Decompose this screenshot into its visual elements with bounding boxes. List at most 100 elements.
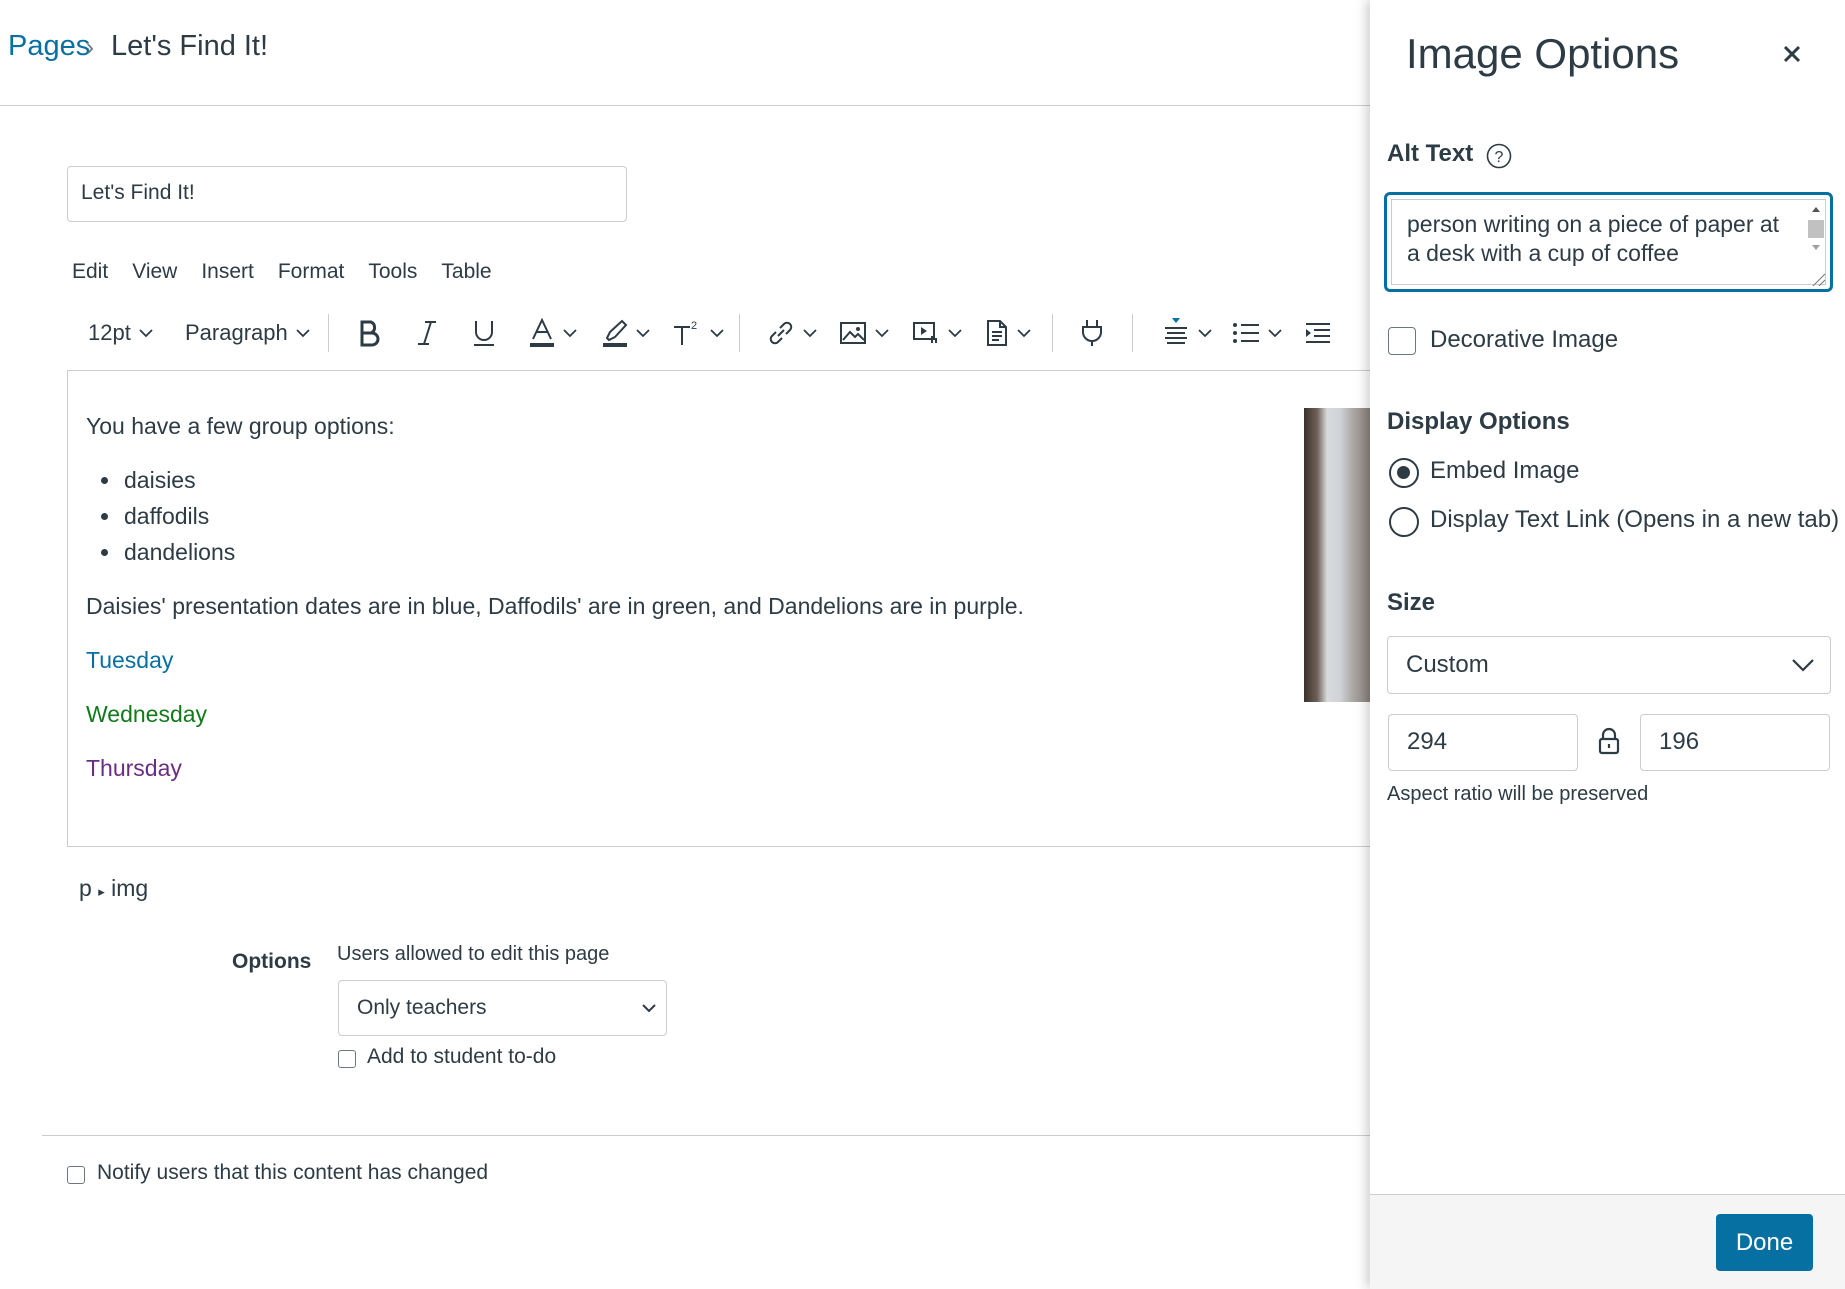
chevron-down-icon [710,328,724,337]
italic-icon [418,321,436,345]
edit-permission-label: Users allowed to edit this page [337,943,610,965]
options-label: Options [232,950,312,973]
notify-users-label: Notify users that this content has chang… [97,1161,489,1184]
size-select[interactable]: Custom [1387,636,1831,694]
highlight-color-button[interactable] [602,308,650,358]
align-justify-icon [1165,318,1187,344]
path-arrow-icon: ▸ [98,884,105,899]
link-icon [769,321,793,345]
breadcrumb-pages-link[interactable]: Pages [8,30,90,63]
textarea-scrollbar[interactable] [1805,200,1827,286]
size-value: Custom [1406,651,1489,678]
close-icon[interactable] [1780,42,1804,66]
indent-button[interactable] [1304,308,1332,358]
height-value: 196 [1659,728,1700,755]
editor-intro-text: You have a few group options: [86,413,395,439]
plug-icon [1082,320,1102,346]
embed-image-radio[interactable] [1389,458,1419,488]
menu-view[interactable]: View [132,260,177,284]
editor-note-text: Daisies' presentation dates are in blue,… [86,593,1024,619]
underline-icon [474,321,494,346]
bold-button[interactable] [358,308,382,358]
menu-tools[interactable]: Tools [368,260,417,284]
svg-text:2: 2 [691,320,697,332]
decorative-image-label: Decorative Image [1430,326,1619,353]
align-button[interactable] [1162,308,1212,358]
link-button[interactable] [767,308,817,358]
toolbar-divider [1132,314,1133,352]
breadcrumb-current: Let's Find It! [111,30,269,62]
path-img[interactable]: img [111,875,148,901]
student-todo-checkbox[interactable] [338,1050,356,1068]
media-button[interactable] [912,308,962,358]
tray-title: Image Options [1406,30,1680,77]
font-size-value: 12pt [88,320,131,345]
toolbar-divider [739,314,740,352]
page-title-input[interactable]: Let's Find It! [67,166,627,222]
superscript-icon: 2 [674,320,697,345]
image-button[interactable] [839,308,889,358]
chevron-down-icon [642,1004,656,1013]
done-button-label: Done [1735,1228,1794,1256]
text-color-icon [530,318,554,347]
list-item: daffodils [124,503,210,529]
divider [42,1135,1372,1136]
student-todo-label: Add to student to-do [367,1045,557,1068]
alt-text-value: person writing on a piece of paper at a … [1407,211,1780,266]
editor-menubar: Edit View Insert Format Tools Table [72,260,516,284]
list-item: dandelions [124,539,236,565]
display-text-link-radio[interactable] [1389,507,1419,537]
highlighter-icon [603,319,628,347]
indent-icon [1306,323,1330,343]
bullet-list-button[interactable] [1232,308,1282,358]
menu-edit[interactable]: Edit [72,260,108,284]
day-thursday: Thursday [86,755,182,781]
font-size-select[interactable]: 12pt [88,308,153,358]
chevron-down-icon [296,328,310,337]
list-item: daisies [124,467,196,493]
width-input[interactable]: 294 [1388,714,1578,771]
list-bullet [101,477,108,484]
edit-permission-select[interactable]: Only teachers [338,980,667,1036]
block-format-select[interactable]: Paragraph [185,308,310,358]
aspect-ratio-note: Aspect ratio will be preserved [1387,783,1649,805]
chevron-down-icon [1792,659,1814,672]
document-button[interactable] [985,308,1031,358]
italic-button[interactable] [416,308,438,358]
menu-table[interactable]: Table [441,260,491,284]
svg-text:?: ? [1495,149,1504,166]
embedded-image[interactable] [1304,408,1370,702]
path-p[interactable]: p [79,875,92,901]
element-path: p ▸ img [79,875,148,902]
chevron-down-icon [1017,328,1031,337]
apps-plugin-button[interactable] [1078,308,1106,358]
list-bullet [101,549,108,556]
height-input[interactable]: 196 [1640,714,1830,771]
superscript-button[interactable]: 2 [672,308,724,358]
document-icon [987,320,1007,346]
breadcrumb-separator: › [86,34,94,61]
media-icon [913,322,937,343]
menu-format[interactable]: Format [278,260,345,284]
day-wednesday: Wednesday [86,701,208,727]
width-value: 294 [1407,728,1448,755]
toolbar-divider [1052,314,1053,352]
chevron-down-icon [875,328,889,337]
chevron-down-icon [1198,328,1212,337]
notify-users-checkbox[interactable] [67,1166,85,1184]
image-icon [840,322,866,344]
menu-insert[interactable]: Insert [201,260,254,284]
bold-icon [360,320,380,347]
block-format-value: Paragraph [185,320,288,345]
size-label: Size [1387,589,1436,616]
decorative-image-checkbox[interactable] [1388,327,1416,355]
display-text-link-label: Display Text Link (Opens in a new tab) [1430,506,1840,533]
chevron-down-icon [1268,328,1282,337]
bullet-list-icon [1233,323,1259,343]
done-button[interactable]: Done [1716,1214,1813,1271]
help-icon[interactable]: ? [1486,143,1512,169]
display-options-label: Display Options [1387,408,1570,435]
list-bullet [101,513,108,520]
underline-button[interactable] [472,308,496,358]
text-color-button[interactable] [529,308,577,358]
